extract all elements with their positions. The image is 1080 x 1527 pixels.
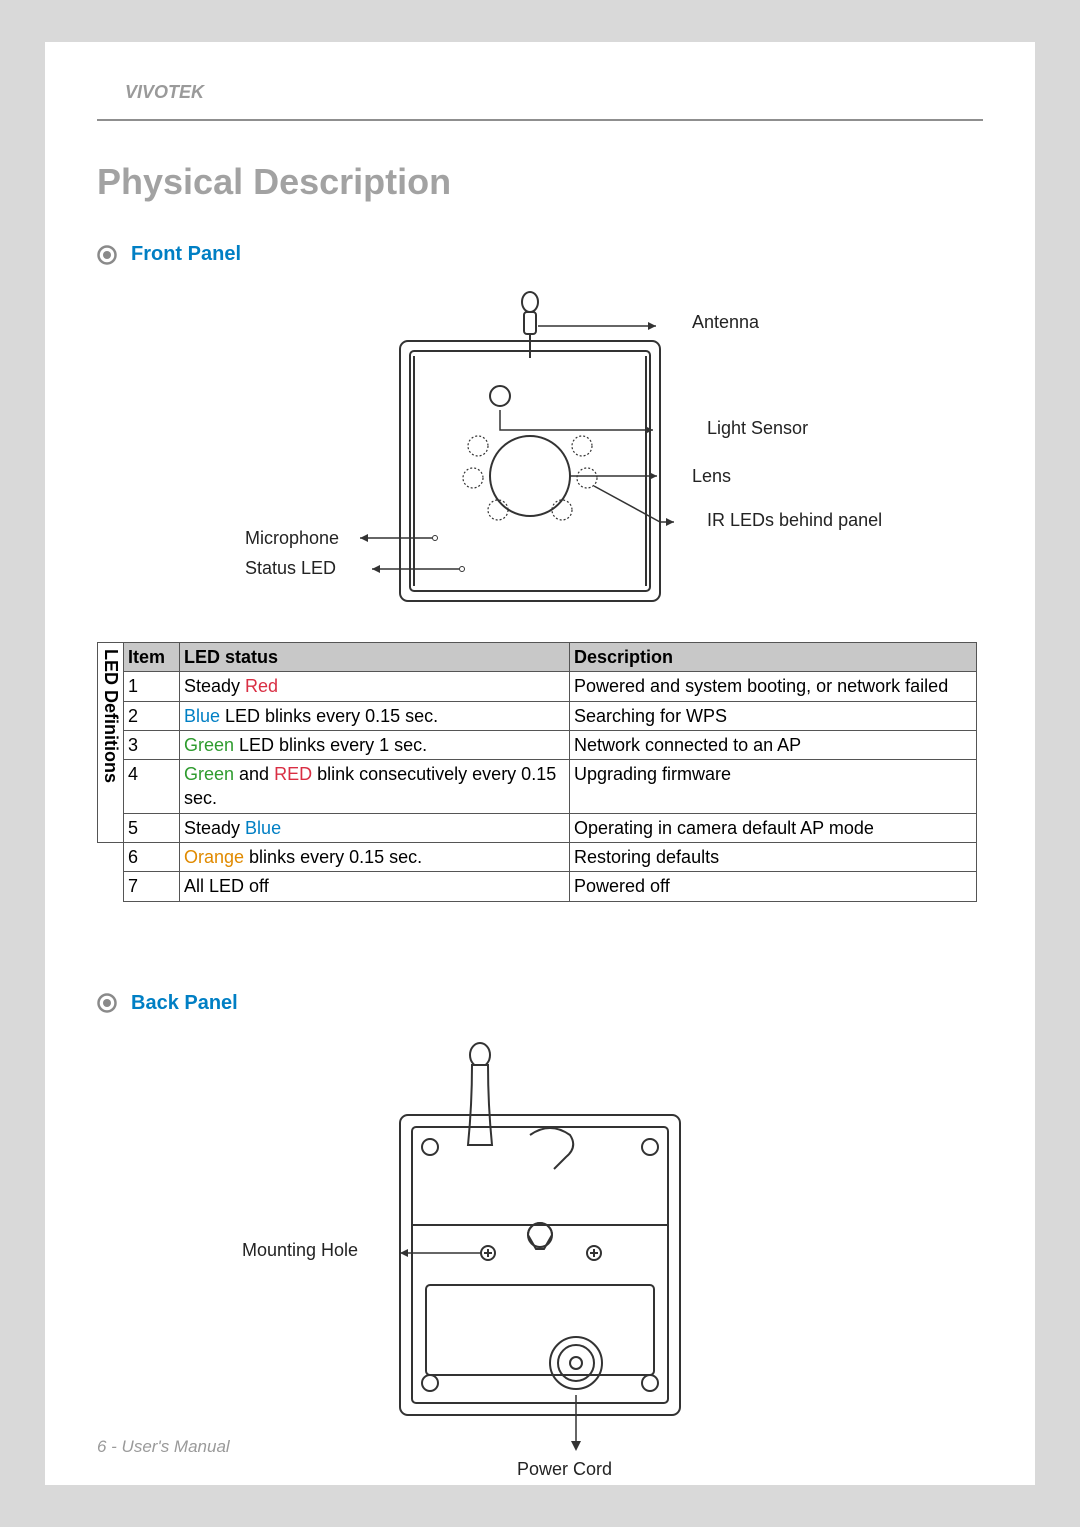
callout-ir-leds: IR LEDs behind panel (707, 510, 887, 531)
table-row: 6Orange blinks every 0.15 sec.Restoring … (124, 843, 977, 872)
table-row: 5Steady BlueOperating in camera default … (124, 813, 977, 842)
th-item: Item (124, 643, 180, 672)
th-led-status: LED status (180, 643, 570, 672)
th-description: Description (570, 643, 977, 672)
back-panel-svg (100, 1035, 980, 1495)
cell-item: 1 (124, 672, 180, 701)
cell-led-status: Green and RED blink consecutively every … (180, 760, 570, 814)
cell-led-status: Orange blinks every 0.15 sec. (180, 843, 570, 872)
table-row: 3Green LED blinks every 1 sec.Network co… (124, 730, 977, 759)
cell-led-status: Steady Red (180, 672, 570, 701)
page-footer: 6 - User's Manual (97, 1437, 230, 1457)
cell-description: Powered and system booting, or network f… (570, 672, 977, 701)
section-heading-front: Front Panel (97, 243, 983, 266)
bullet-icon (97, 993, 117, 1013)
section-heading-back: Back Panel (97, 992, 983, 1015)
section-title-back: Back Panel (131, 992, 238, 1015)
page-title: Physical Description (97, 161, 983, 203)
table-row: 2Blue LED blinks every 0.15 sec.Searchin… (124, 701, 977, 730)
callout-antenna: Antenna (692, 312, 759, 333)
cell-item: 7 (124, 872, 180, 901)
front-panel-svg (100, 286, 980, 626)
section-title-front: Front Panel (131, 243, 241, 266)
callout-light-sensor: Light Sensor (707, 418, 808, 439)
cell-item: 5 (124, 813, 180, 842)
brand-header: VIVOTEK (97, 82, 983, 103)
cell-description: Powered off (570, 872, 977, 901)
header-rule (97, 119, 983, 121)
callout-mounting-hole: Mounting Hole (242, 1240, 358, 1261)
manual-page: VIVOTEK Physical Description Front Panel (45, 42, 1035, 1485)
cell-led-status: Steady Blue (180, 813, 570, 842)
table-row: 7All LED offPowered off (124, 872, 977, 901)
cell-description: Operating in camera default AP mode (570, 813, 977, 842)
cell-led-status: All LED off (180, 872, 570, 901)
table-row: 4Green and RED blink consecutively every… (124, 760, 977, 814)
cell-led-status: Blue LED blinks every 0.15 sec. (180, 701, 570, 730)
table-row: 1Steady RedPowered and system booting, o… (124, 672, 977, 701)
front-panel-diagram: Antenna Light Sensor Lens IR LEDs behind… (97, 286, 983, 626)
cell-item: 2 (124, 701, 180, 730)
callout-lens: Lens (692, 466, 731, 487)
bullet-icon (97, 245, 117, 265)
table-side-label: LED Definitions (97, 642, 123, 843)
cell-description: Searching for WPS (570, 701, 977, 730)
cell-description: Restoring defaults (570, 843, 977, 872)
cell-led-status: Green LED blinks every 1 sec. (180, 730, 570, 759)
cell-description: Upgrading firmware (570, 760, 977, 814)
cell-item: 6 (124, 843, 180, 872)
table-header-row: Item LED status Description (124, 643, 977, 672)
cell-description: Network connected to an AP (570, 730, 977, 759)
callout-power-cord: Power Cord (517, 1459, 612, 1480)
cell-item: 3 (124, 730, 180, 759)
callout-microphone: Microphone (245, 528, 339, 549)
led-definitions-table: Item LED status Description 1Steady RedP… (123, 642, 977, 902)
cell-item: 4 (124, 760, 180, 814)
led-definitions-table-wrap: LED Definitions Item LED status Descript… (97, 642, 983, 902)
callout-status-led: Status LED (245, 558, 336, 579)
